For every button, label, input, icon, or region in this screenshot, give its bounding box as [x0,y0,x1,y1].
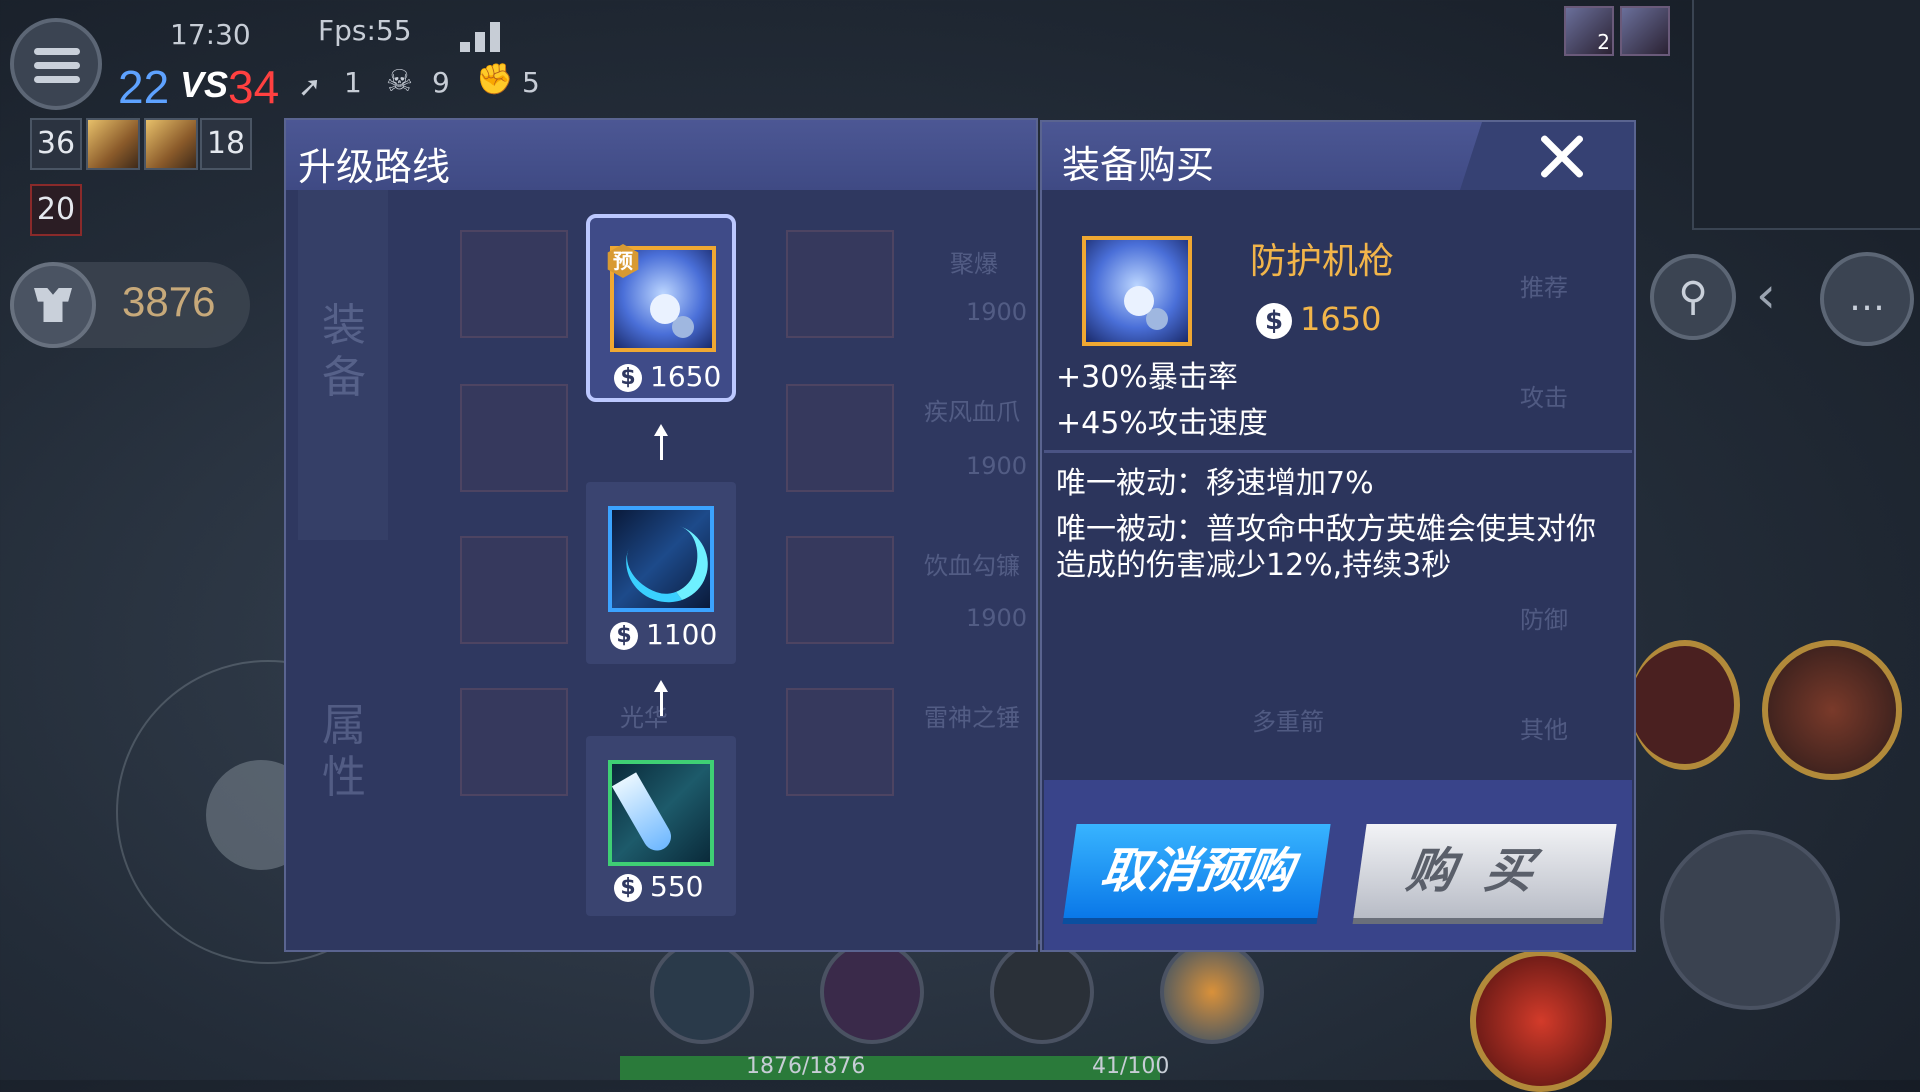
menu-button[interactable] [10,18,102,110]
equipment-shop-icon[interactable] [10,262,96,348]
potion-button[interactable] [820,940,924,1044]
ally-hero-portrait[interactable] [144,118,198,170]
ghost-item-name: 疾风血爪 [924,398,1020,426]
chat-icon[interactable]: … [1820,252,1914,346]
close-icon[interactable] [1530,126,1594,186]
chevron-left-icon[interactable]: ‹ [1756,266,1776,324]
summoner-spell-button[interactable] [990,940,1094,1044]
route-item-card[interactable]: $1100 [586,482,736,664]
ghost-tab: 推荐 [1520,274,1568,302]
arrow-up-icon [654,424,668,460]
route-item-price-value: 1650 [650,360,722,393]
item-passive: 唯一被动：移速增加7% [1056,466,1374,501]
ghost-item-slot [786,230,894,338]
location-pin-icon[interactable]: ⚲ [1650,254,1736,340]
coin-icon: $ [614,874,642,902]
skull-icon: ☠ [386,64,413,99]
route-item-card[interactable]: $550 [586,736,736,916]
ghost-item-slot [786,688,894,796]
skill-1-button[interactable] [1630,640,1740,770]
ghost-item-slot [460,230,568,338]
ghost-item-name: 雷神之锤 [924,704,1020,732]
deaths-count: 9 [432,66,450,99]
ghost-item-slot [786,384,894,492]
kills-count: 1 [344,66,362,99]
route-item-price: $550 [614,870,703,904]
item-passive: 造成的伤害减少12%,持续3秒 [1056,548,1452,583]
shield-gun-icon [1082,236,1192,346]
upgrade-route-title: 升级路线 [298,145,451,189]
ghost-item-price: 1900 [966,298,1028,326]
item-stat: +45%攻击速度 [1056,406,1268,441]
ghost-item-price: 1900 [966,604,1028,632]
health-bar [620,1056,1160,1080]
item-name: 防护机枪 [1250,241,1395,282]
gold-amount: 3876 [122,278,216,325]
fist-icon: ✊ [476,62,514,97]
route-item-price-value: 550 [650,870,704,903]
route-item-card-selected[interactable]: 预 $1650 [586,214,736,402]
ghost-item-name: 饮血勾镰 [924,552,1020,580]
item-stat: +30%暴击率 [1056,360,1238,395]
ally-level-box: 18 [200,118,252,170]
route-item-price: $1100 [610,618,717,652]
ghost-tab: 防御 [1520,606,1568,634]
minimap[interactable] [1692,0,1920,230]
divider [1044,450,1632,453]
crescent-blade-icon [608,506,719,614]
blue-team-score: 22 [118,61,170,113]
ghost-item-slot [786,536,894,644]
route-item-price: $1650 [614,360,721,394]
coin-icon: $ [614,364,642,392]
item-price-value: 1650 [1300,300,1382,338]
ultimate-skill-button[interactable] [1470,950,1612,1092]
signal-icon [460,22,504,52]
dagger-icon [608,760,714,866]
ally-level-box: 36 [30,118,82,170]
assists-count: 5 [522,66,540,99]
mana-value: 41/100 [1092,1054,1170,1079]
red-team-score: 34 [228,61,280,113]
item-passive: 唯一被动：普攻命中敌方英雄会使其对你 [1056,512,1596,547]
kill-feed-portrait [1620,6,1670,56]
skill-2-button[interactable] [1762,640,1902,780]
ghost-item-slot [460,536,568,644]
ghost-category-label: 装备 [322,300,366,403]
ghost-item-slot [460,688,568,796]
ghost-category-label: 属性 [322,700,366,803]
ghost-item-name: 聚爆 [950,250,998,278]
menu-icon-bar [34,76,80,83]
menu-icon-bar [34,62,80,69]
flash-spell-button[interactable] [1160,940,1264,1044]
coin-icon: $ [1256,303,1292,339]
ghost-tab: 其他 [1520,716,1568,744]
recall-button[interactable] [650,940,754,1044]
item-price: $1650 [1256,300,1381,339]
ghost-tab: 攻击 [1520,384,1568,412]
arrow-up-icon [654,680,668,716]
ally-hero-portrait[interactable] [86,118,140,170]
cancel-preorder-button[interactable]: 取消预购 [1063,824,1331,918]
fps-counter: Fps:55 [318,14,412,47]
route-item-price-value: 1100 [646,618,718,651]
match-time: 17:30 [170,18,251,51]
tower-icon: ➚ [298,70,322,103]
health-value: 1876/1876 [746,1054,866,1079]
purchase-title: 装备购买 [1062,143,1215,187]
menu-icon [34,48,80,55]
coin-icon: $ [610,622,638,650]
ghost-item-price: 1900 [966,452,1028,480]
ghost-item-name: 多重箭 [1252,708,1324,736]
ghost-item-slot [460,384,568,492]
basic-attack-button[interactable] [1660,830,1840,1010]
buy-button[interactable]: 购买 [1353,824,1617,918]
respawn-timer: 20 [30,184,82,236]
vs-label: VS [180,64,229,105]
kill-feed-portrait: 2 [1564,6,1614,56]
kill-feed-count: 2 [1597,30,1610,54]
